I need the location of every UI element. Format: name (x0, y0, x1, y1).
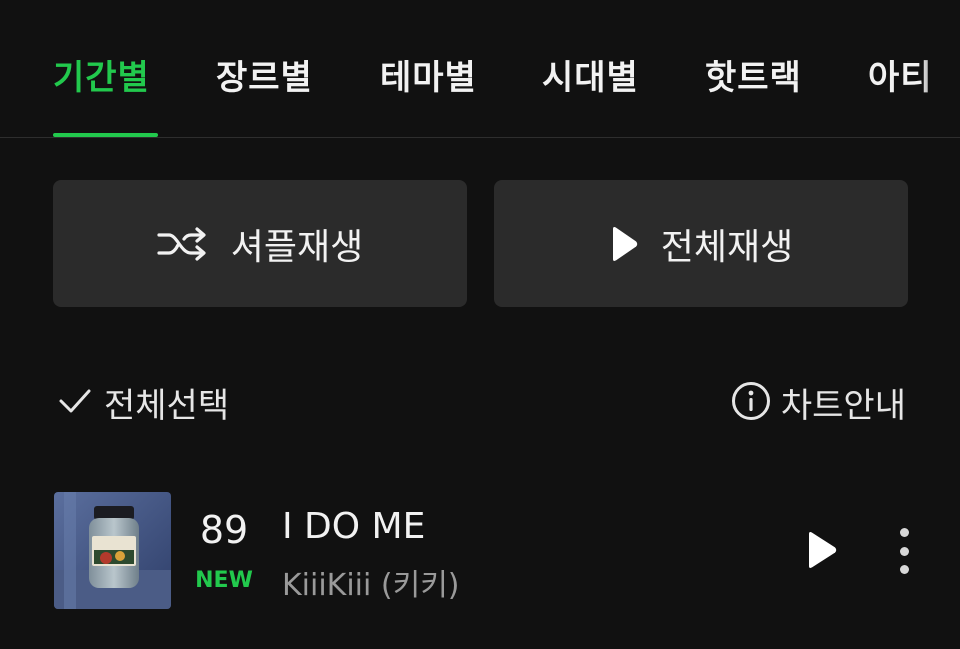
chart-tabs: 기간별 장르별 테마별 시대별 핫트랙 아티 (0, 0, 960, 138)
track-row[interactable]: 89 NEW I DO ME KiiiKiii (키키) (0, 490, 960, 612)
tab-hottrack[interactable]: 핫트랙 (705, 50, 802, 99)
new-badge: NEW (195, 568, 253, 593)
more-dot (899, 565, 909, 574)
play-icon (809, 532, 837, 568)
track-artist[interactable]: KiiiKiii (키키) (282, 560, 460, 604)
track-play-button[interactable] (800, 530, 840, 570)
play-all-label: 전체재생 (660, 226, 794, 268)
tab-artist-clip: 아티 (868, 40, 960, 100)
more-vertical-icon[interactable] (890, 528, 918, 574)
track-rank: 89 (199, 508, 249, 552)
track-title[interactable]: I DO ME (282, 506, 425, 547)
more-dot (899, 528, 909, 537)
tab-period[interactable]: 기간별 (53, 50, 150, 99)
shuffle-icon (157, 226, 209, 261)
shuffle-play-button[interactable]: 셔플재생 (53, 180, 467, 307)
info-icon (731, 381, 771, 425)
select-all-toggle[interactable]: 전체선택 (58, 378, 229, 427)
chart-info-label: 차트안내 (780, 386, 906, 426)
tab-era[interactable]: 시대별 (542, 50, 639, 99)
shuffle-play-label: 셔플재생 (230, 226, 364, 268)
tab-genre[interactable]: 장르별 (216, 50, 313, 99)
select-all-label: 전체선택 (104, 386, 230, 426)
more-dot (899, 546, 909, 556)
tab-theme[interactable]: 테마별 (380, 50, 477, 99)
play-icon (609, 226, 639, 262)
tab-scroll-fade (920, 40, 960, 100)
chart-info-link[interactable]: 차트안내 (731, 378, 906, 427)
check-icon (58, 386, 92, 420)
active-tab-indicator (53, 133, 158, 137)
album-cover[interactable] (54, 492, 171, 609)
play-all-button[interactable]: 전체재생 (494, 180, 908, 307)
